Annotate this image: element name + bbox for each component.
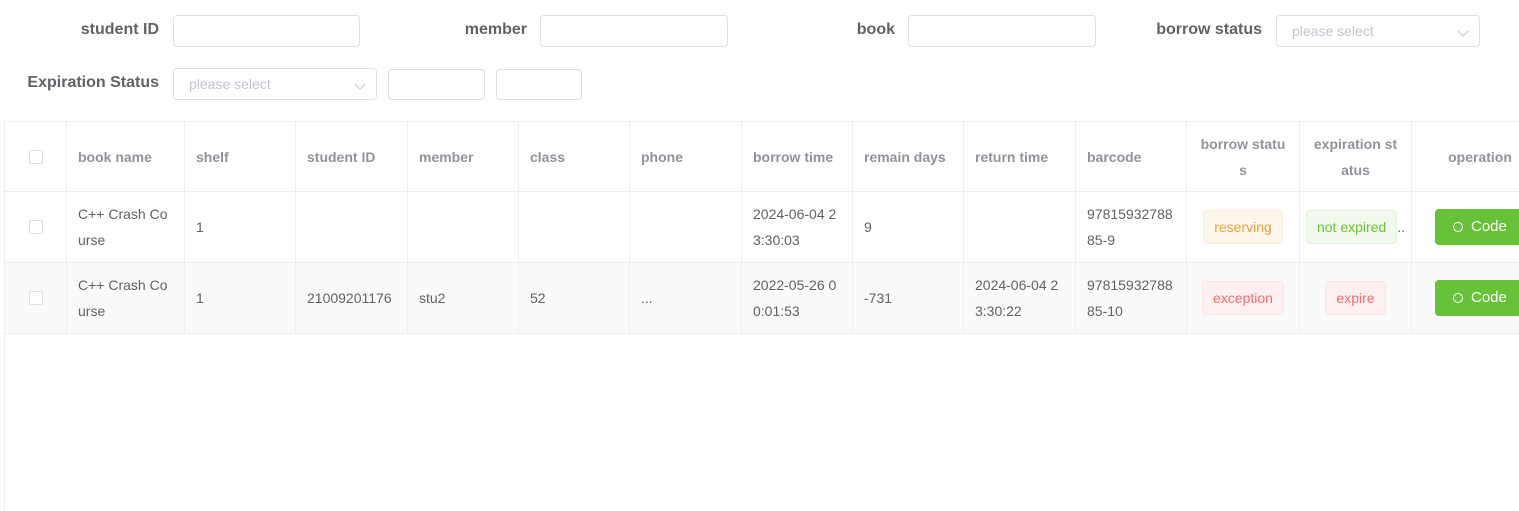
header-book-name[interactable]: book name xyxy=(67,122,185,191)
range-start-input[interactable] xyxy=(388,69,485,100)
chevron-down-icon xyxy=(1457,25,1469,37)
class-cell xyxy=(519,192,630,262)
book-name-cell: C++ Crash Course xyxy=(67,263,185,333)
book-name-cell: C++ Crash Course xyxy=(67,192,185,262)
shelf-cell: 1 xyxy=(185,263,296,333)
book-label: book xyxy=(856,21,895,38)
header-shelf[interactable]: shelf xyxy=(185,122,296,191)
borrow-status-label: borrow status xyxy=(1156,21,1262,38)
header-class[interactable]: class xyxy=(519,122,630,191)
header-student-id[interactable]: student ID xyxy=(296,122,408,191)
member-cell xyxy=(408,192,519,262)
student-id-input[interactable] xyxy=(173,15,360,47)
remain-days-cell: -731 xyxy=(853,263,964,333)
borrow-status-placeholder: please select xyxy=(1292,23,1374,39)
range-end-input[interactable] xyxy=(496,69,582,100)
header-operation: operation xyxy=(1448,148,1512,165)
status-badge: exception xyxy=(1202,281,1284,315)
borrow-status-cell: reserving xyxy=(1187,192,1300,262)
expiration-status-cell: expire xyxy=(1300,263,1412,333)
header-barcode[interactable]: barcode xyxy=(1076,122,1187,191)
expiration-status-placeholder: please select xyxy=(189,76,271,92)
expiration-status-label: Expiration Status xyxy=(27,74,159,91)
expiration-status-cell: not expired .. xyxy=(1300,192,1412,262)
borrow-time-cell: 2022-05-26 00:01:53 xyxy=(742,263,853,333)
borrow-status-cell: exception xyxy=(1187,263,1300,333)
status-badge: not expired xyxy=(1305,210,1398,244)
select-all-cell xyxy=(5,122,67,191)
chevron-down-icon xyxy=(354,78,366,90)
header-phone[interactable]: phone xyxy=(630,122,742,191)
shelf-cell: 1 xyxy=(185,192,296,262)
status-badge: expire xyxy=(1325,281,1386,315)
expiration-status-select[interactable]: please select xyxy=(173,68,377,100)
return-time-cell xyxy=(964,192,1076,262)
student-id-cell: 21009201176 xyxy=(296,263,408,333)
select-all-checkbox[interactable] xyxy=(28,149,43,164)
table-row: C++ Crash Course 1 21009201176 stu2 52 .… xyxy=(5,263,1519,334)
header-remain-days[interactable]: remain days xyxy=(853,122,964,191)
borrow-status-select[interactable]: please select xyxy=(1276,15,1480,47)
header-member[interactable]: member xyxy=(408,122,519,191)
class-cell: 52 xyxy=(519,263,630,333)
row-checkbox[interactable] xyxy=(28,220,43,234)
return-time-cell: 2024-06-04 23:30:22 xyxy=(964,263,1076,333)
code-button-label: Code xyxy=(1471,289,1507,306)
header-borrow-status[interactable]: borrow status xyxy=(1187,122,1300,191)
code-button[interactable]: Code xyxy=(1435,280,1519,316)
code-button-label: Code xyxy=(1471,218,1507,235)
book-input[interactable] xyxy=(908,15,1096,47)
borrow-time-cell: 2024-06-04 23:30:03 xyxy=(742,192,853,262)
header-expiration-status[interactable]: expiration status xyxy=(1300,122,1412,191)
operation-cell: Code xyxy=(1412,192,1519,262)
code-icon xyxy=(1453,222,1463,232)
barcode-cell: 9781593278885-10 xyxy=(1076,263,1187,333)
phone-cell xyxy=(630,192,742,262)
member-cell: stu2 xyxy=(408,263,519,333)
row-checkbox[interactable] xyxy=(28,291,43,305)
overflow-ellipsis: .. xyxy=(1397,219,1406,235)
student-id-label: student ID xyxy=(80,21,159,38)
barcode-cell: 9781593278885-9 xyxy=(1076,192,1187,262)
member-input[interactable] xyxy=(540,15,728,47)
table-header-row: book name shelf student ID member class … xyxy=(5,122,1519,192)
header-borrow-time[interactable]: borrow time xyxy=(742,122,853,191)
table-row: C++ Crash Course 1 2024-06-04 23:30:03 9… xyxy=(5,192,1519,263)
remain-days-cell: 9 xyxy=(853,192,964,262)
header-return-time[interactable]: return time xyxy=(964,122,1076,191)
operation-cell: Code xyxy=(1412,263,1519,333)
student-id-cell xyxy=(296,192,408,262)
borrow-table: book name shelf student ID member class … xyxy=(4,121,1519,511)
status-badge: reserving xyxy=(1203,210,1283,244)
code-button[interactable]: Code xyxy=(1435,209,1519,245)
phone-cell: ... xyxy=(630,263,742,333)
code-icon xyxy=(1453,293,1463,303)
member-label: member xyxy=(464,21,527,38)
